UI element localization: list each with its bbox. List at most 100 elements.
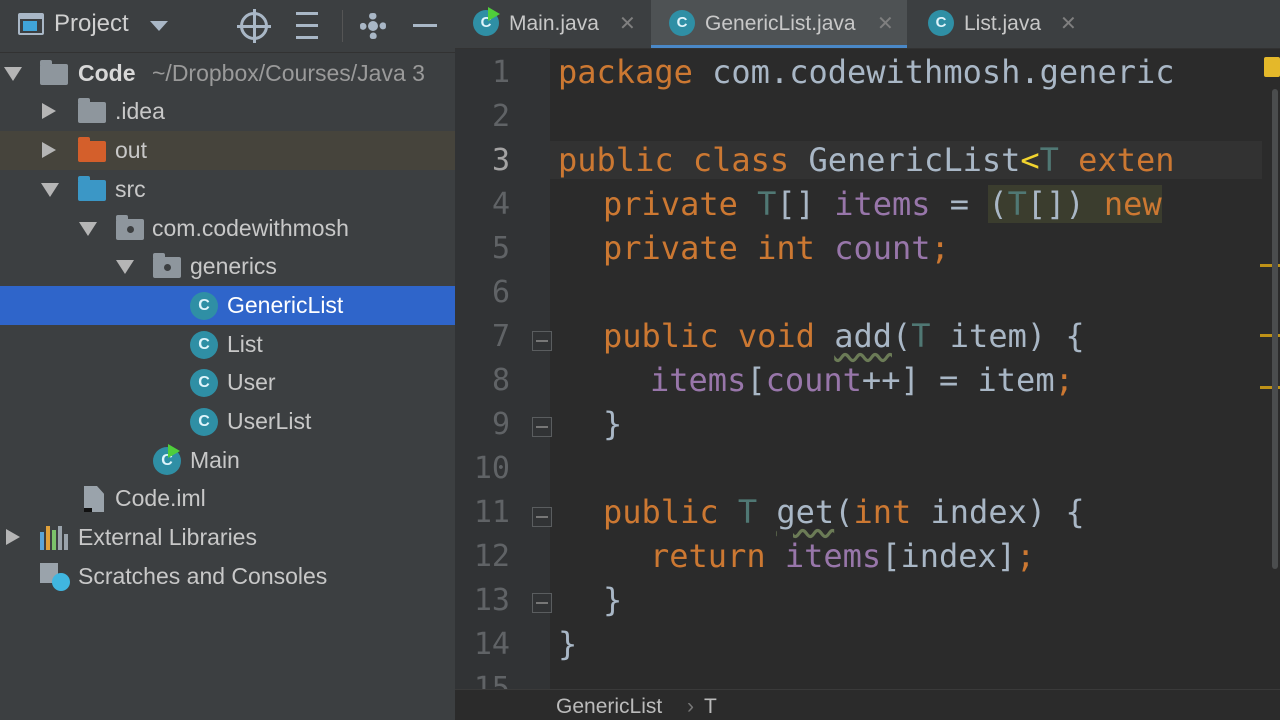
line-number-gutter: 1 2 3 4 5 6 7 8 9 10 11 12 13 14 15 bbox=[455, 49, 552, 706]
expand-arrow-icon[interactable] bbox=[116, 260, 134, 274]
semicolon: ; bbox=[930, 229, 950, 267]
type-parameter: T bbox=[911, 317, 931, 355]
minimize-icon[interactable] bbox=[413, 24, 437, 27]
editor-area: C Main.java ✕ C GenericList.java ✕ C Lis… bbox=[455, 0, 1280, 720]
fold-icon[interactable] bbox=[532, 593, 552, 613]
tree-item-label: .idea bbox=[115, 98, 165, 124]
field: items bbox=[834, 185, 931, 223]
collapse-arrow-icon[interactable] bbox=[42, 142, 56, 158]
error-stripe[interactable] bbox=[1260, 49, 1280, 689]
tree-item-list[interactable]: C List bbox=[0, 325, 455, 364]
tree-item-user[interactable]: C User bbox=[0, 363, 455, 402]
line-number: 9 bbox=[491, 407, 510, 442]
tree-item-package-com-codewithmosh[interactable]: com.codewithmosh bbox=[0, 209, 455, 248]
class-icon: C bbox=[190, 369, 218, 397]
line-number: 8 bbox=[491, 363, 510, 398]
tree-item-label: User bbox=[227, 369, 276, 395]
expand-arrow-icon[interactable] bbox=[41, 183, 59, 197]
tree-item-external-libraries[interactable]: External Libraries bbox=[0, 518, 455, 557]
module-folder-icon bbox=[40, 60, 68, 85]
collapse-arrow-icon[interactable] bbox=[42, 103, 56, 119]
keyword: exten bbox=[1078, 141, 1175, 179]
expand-arrow-icon[interactable] bbox=[4, 67, 22, 81]
folder-icon bbox=[78, 98, 106, 123]
project-tool-window: Project Code ~/Dropbox/Courses/Java 3 .i… bbox=[0, 0, 455, 720]
expand-arrow-icon[interactable] bbox=[79, 222, 97, 236]
method-name: add bbox=[834, 317, 892, 355]
collapse-arrow-icon[interactable] bbox=[6, 529, 20, 545]
code-editor[interactable]: package com.codewithmosh.generic public … bbox=[550, 49, 1280, 689]
keyword: public bbox=[603, 317, 719, 355]
code-line-13: } bbox=[603, 581, 623, 619]
tree-item-code-iml[interactable]: Code.iml bbox=[0, 479, 455, 518]
breadcrumb-item-type-param[interactable]: T bbox=[704, 695, 717, 719]
breadcrumb-separator: › bbox=[687, 695, 694, 718]
tree-item-label: Code bbox=[78, 60, 136, 86]
tree-item-out[interactable]: out bbox=[0, 131, 455, 170]
code-line-14: } bbox=[558, 625, 578, 663]
tree-item-userlist[interactable]: C UserList bbox=[0, 402, 455, 441]
line-number: 2 bbox=[491, 99, 510, 134]
class-icon: C bbox=[928, 10, 954, 36]
tree-item-label: UserList bbox=[227, 408, 312, 434]
field: items bbox=[784, 537, 882, 575]
tree-item-code[interactable]: Code ~/Dropbox/Courses/Java 3 bbox=[0, 54, 455, 93]
code-line-5: private int count; bbox=[603, 229, 950, 267]
excluded-folder-icon bbox=[78, 137, 106, 162]
keyword: int bbox=[853, 493, 912, 531]
project-panel-title[interactable]: Project bbox=[54, 10, 129, 38]
tree-item-genericlist[interactable]: C GenericList bbox=[0, 286, 455, 325]
gear-icon[interactable] bbox=[360, 13, 386, 39]
keyword: return bbox=[650, 537, 766, 575]
close-icon[interactable]: ✕ bbox=[877, 11, 894, 36]
tree-item-package-generics[interactable]: generics bbox=[0, 247, 455, 286]
keyword: int bbox=[757, 229, 815, 267]
close-icon[interactable]: ✕ bbox=[1060, 11, 1077, 36]
keyword: private bbox=[603, 229, 738, 267]
keyword: public bbox=[603, 493, 719, 531]
tree-item-main[interactable]: C Main bbox=[0, 441, 455, 480]
locate-file-icon[interactable] bbox=[237, 9, 271, 43]
tab-list-java[interactable]: C List.java ✕ bbox=[910, 0, 1095, 48]
tab-label: GenericList.java bbox=[705, 12, 856, 35]
tree-item-label: Main bbox=[190, 447, 240, 473]
fold-icon[interactable] bbox=[532, 331, 552, 351]
code-line-12: return items[index]; bbox=[650, 537, 1036, 575]
tree-item-scratches[interactable]: Scratches and Consoles bbox=[0, 557, 455, 596]
keyword: package bbox=[558, 53, 693, 91]
scrollbar-thumb[interactable] bbox=[1272, 89, 1278, 569]
type-parameter: T bbox=[1039, 141, 1059, 179]
breadcrumb-item-class[interactable]: GenericList bbox=[556, 695, 662, 719]
semicolon: ; bbox=[1054, 361, 1074, 399]
editor-tab-bar: C Main.java ✕ C GenericList.java ✕ C Lis… bbox=[455, 0, 1280, 49]
main-class-icon: C bbox=[153, 444, 181, 475]
line-number: 10 bbox=[473, 451, 510, 486]
inspection-status-icon[interactable] bbox=[1264, 57, 1280, 77]
collapse-all-icon[interactable] bbox=[296, 12, 318, 40]
fold-icon[interactable] bbox=[532, 417, 552, 437]
keyword: class bbox=[692, 141, 790, 179]
line-number: 6 bbox=[491, 275, 510, 310]
keyword: public bbox=[558, 141, 674, 179]
tab-genericlist-java[interactable]: C GenericList.java ✕ bbox=[651, 0, 907, 48]
tab-main-java[interactable]: C Main.java ✕ bbox=[455, 0, 650, 48]
tree-item-idea[interactable]: .idea bbox=[0, 92, 455, 131]
field: count bbox=[834, 229, 931, 267]
line-number: 13 bbox=[473, 583, 510, 618]
unchecked-cast: (T[]) new bbox=[988, 185, 1162, 223]
code-line-4: private T[] items = (T[]) new bbox=[603, 185, 1162, 223]
method-name: get bbox=[776, 493, 835, 531]
main-class-icon: C bbox=[473, 7, 500, 36]
close-icon[interactable]: ✕ bbox=[619, 11, 636, 36]
tree-item-label: src bbox=[115, 176, 146, 202]
package-icon bbox=[153, 253, 181, 278]
fold-icon[interactable] bbox=[532, 507, 552, 527]
brackets: [] bbox=[776, 185, 815, 223]
code-line-1: package com.codewithmosh.generic bbox=[558, 53, 1175, 91]
keyword: void bbox=[737, 317, 815, 355]
line-number: 7 bbox=[491, 319, 510, 354]
project-view-icon[interactable] bbox=[18, 13, 44, 35]
tree-item-label: Code.iml bbox=[115, 485, 206, 511]
tree-item-src[interactable]: src bbox=[0, 170, 455, 209]
view-dropdown-icon[interactable] bbox=[150, 21, 168, 31]
